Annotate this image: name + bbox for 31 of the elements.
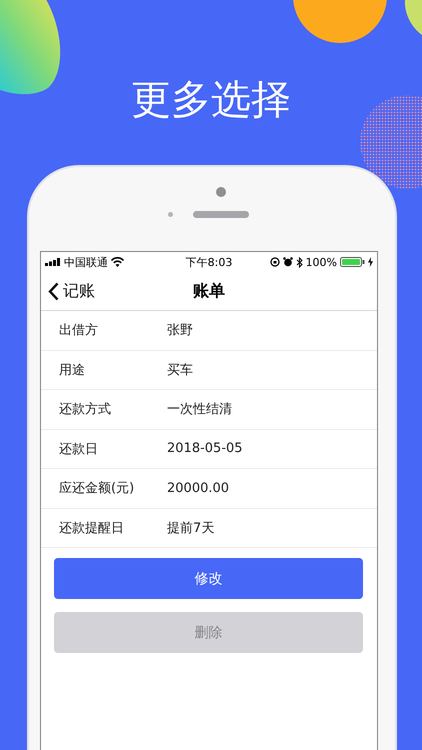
- row-value: 20000.00: [167, 480, 230, 496]
- rotation-lock-icon: [270, 257, 280, 267]
- clock-time: 下午8:03: [186, 254, 232, 270]
- row-value: 张野: [167, 322, 193, 340]
- chevron-left-icon: [48, 282, 59, 300]
- sensor-icon: [168, 212, 173, 217]
- back-button[interactable]: 记账: [41, 280, 101, 302]
- row-label: 应还金额(元): [59, 481, 134, 496]
- signal-icon: [45, 258, 61, 266]
- row-label: 还款方式: [59, 402, 111, 418]
- battery-percent: 100%: [306, 256, 338, 268]
- row-value: 买车: [167, 362, 193, 379]
- wifi-icon: [111, 257, 124, 267]
- bluetooth-icon: [296, 256, 303, 268]
- row-value: 提前7天: [167, 520, 214, 537]
- row-label: 出借方: [59, 323, 98, 338]
- headline: 更多选择: [131, 76, 291, 124]
- row-label: 还款提醒日: [59, 520, 124, 536]
- page-title: 账单: [193, 280, 225, 302]
- alarm-icon: [282, 257, 293, 267]
- camera-icon: [216, 187, 226, 197]
- carrier-label: 中国联通: [64, 254, 108, 270]
- row-label: 用途: [59, 362, 85, 378]
- row-value: 一次性结清: [167, 401, 232, 418]
- speaker-icon: [193, 211, 249, 218]
- charging-icon: [368, 257, 374, 267]
- row-label: 还款日: [59, 442, 98, 457]
- row-value: 2018-05-05: [167, 441, 243, 456]
- edit-button[interactable]: 修改: [54, 558, 363, 599]
- battery-icon: [340, 257, 366, 267]
- blob-drawing: [404, 0, 422, 35]
